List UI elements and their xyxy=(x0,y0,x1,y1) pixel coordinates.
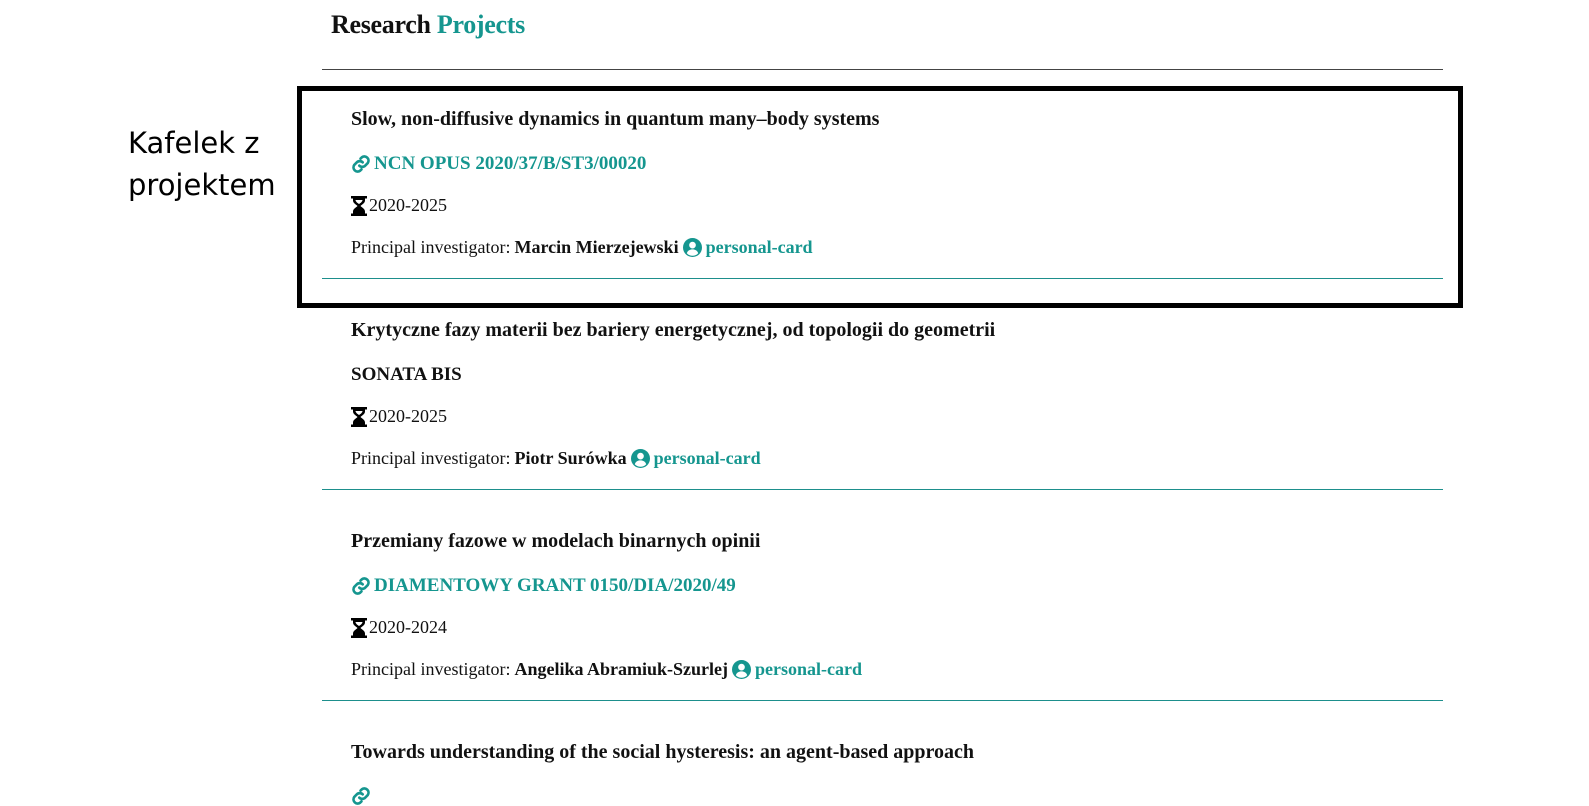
grant-link[interactable] xyxy=(351,786,371,806)
project-divider xyxy=(322,700,1443,701)
project-dates: 2020-2025 xyxy=(351,195,447,216)
link-icon xyxy=(351,786,371,806)
project-title: Przemiany fazowe w modelach binarnych op… xyxy=(351,530,761,552)
grant-label: NCN OPUS 2020/37/B/ST3/00020 xyxy=(374,153,647,174)
project-divider xyxy=(322,489,1443,490)
dates-text: 2020-2025 xyxy=(369,195,447,215)
pi-name: Marcin Mierzejewski xyxy=(514,237,679,257)
personal-card-link[interactable]: personal-card xyxy=(630,448,761,469)
principal-investigator: Principal investigator: Angelika Abramiuk… xyxy=(351,659,862,680)
page-title-part1: Research xyxy=(331,10,431,39)
annotation-label: Kafelek z projektem xyxy=(128,126,276,202)
grant-link[interactable]: NCN OPUS 2020/37/B/ST3/00020 xyxy=(351,153,646,175)
pi-prefix: Principal investigator: xyxy=(351,448,511,468)
dates-text: 2020-2025 xyxy=(369,406,447,426)
principal-investigator: Principal investigator: Piotr Surówka pers… xyxy=(351,448,761,469)
hourglass-icon xyxy=(351,195,367,216)
grant-label: SONATA BIS xyxy=(351,364,462,385)
user-circle-icon xyxy=(630,449,650,468)
page-title: Research Projects xyxy=(331,10,525,40)
personal-card-link[interactable]: personal-card xyxy=(731,659,862,680)
project-dates: 2020-2025 xyxy=(351,406,447,427)
grant-link[interactable]: DIAMENTOWY GRANT 0150/DIA/2020/49 xyxy=(351,575,736,597)
project-title: Slow, non-diffusive dynamics in quantum … xyxy=(351,108,880,130)
project-title: Krytyczne fazy materii bez bariery energ… xyxy=(351,319,996,341)
link-icon xyxy=(351,576,371,596)
user-circle-icon xyxy=(682,238,702,257)
project-divider xyxy=(322,278,1443,279)
grant-label: DIAMENTOWY GRANT 0150/DIA/2020/49 xyxy=(374,575,736,596)
link-icon xyxy=(351,154,371,174)
user-circle-icon xyxy=(731,660,751,679)
hourglass-icon xyxy=(351,406,367,427)
personal-card-label: personal-card xyxy=(705,237,813,257)
pi-prefix: Principal investigator: xyxy=(351,237,511,257)
project-dates: 2020-2024 xyxy=(351,617,447,638)
project-title: Towards understanding of the social hyst… xyxy=(351,741,975,763)
hourglass-icon xyxy=(351,617,367,638)
pi-prefix: Principal investigator: xyxy=(351,659,511,679)
header-divider xyxy=(322,69,1443,70)
principal-investigator: Principal investigator: Marcin Mierzejews… xyxy=(351,237,813,258)
personal-card-label: personal-card xyxy=(754,659,862,679)
pi-name: Piotr Surówka xyxy=(514,448,627,468)
page-title-part2: Projects xyxy=(436,10,525,39)
dates-text: 2020-2024 xyxy=(369,617,447,637)
personal-card-link[interactable]: personal-card xyxy=(682,237,813,258)
pi-name: Angelika Abramiuk-Szurlej xyxy=(514,659,728,679)
personal-card-label: personal-card xyxy=(653,448,761,468)
